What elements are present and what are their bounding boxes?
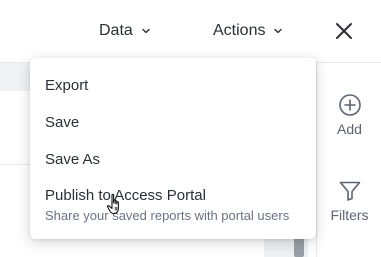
background-divider <box>0 164 30 165</box>
actions-button-label: Actions <box>213 22 266 39</box>
scrollbar-thumb[interactable] <box>294 238 304 257</box>
menu-item-publish-to-access-portal[interactable]: Publish to Access Portal Share your save… <box>30 187 316 223</box>
menu-item-save[interactable]: Save <box>30 114 316 131</box>
menu-item-label: Save <box>45 114 80 131</box>
data-button-label: Data <box>99 22 133 39</box>
menu-item-label: Save As <box>45 151 101 168</box>
chevron-down-icon <box>142 28 150 34</box>
menu-item-description: Share your saved reports with portal use… <box>45 208 290 223</box>
menu-item-label: Export <box>45 77 89 94</box>
chevron-down-icon <box>274 28 283 34</box>
actions-menu: Export Save Save As Publish to Access Po… <box>30 58 316 239</box>
top-toolbar: Data Actions <box>0 0 381 63</box>
menu-item-export[interactable]: Export <box>30 77 316 94</box>
plus-circle-icon <box>338 94 361 116</box>
filter-funnel-icon <box>339 181 360 201</box>
filters-button[interactable]: Filters <box>317 179 381 223</box>
right-tool-panel: Add Filters <box>316 63 381 257</box>
close-icon[interactable] <box>333 20 355 42</box>
menu-item-save-as[interactable]: Save As <box>30 151 316 168</box>
hand-pointer-icon <box>106 193 119 215</box>
filters-label: Filters <box>330 207 369 223</box>
data-dropdown-button[interactable]: Data <box>99 20 151 42</box>
actions-dropdown-button[interactable]: Actions <box>213 20 283 42</box>
add-button[interactable]: Add <box>317 93 381 137</box>
background-strip <box>0 63 30 91</box>
add-label: Add <box>337 121 362 137</box>
